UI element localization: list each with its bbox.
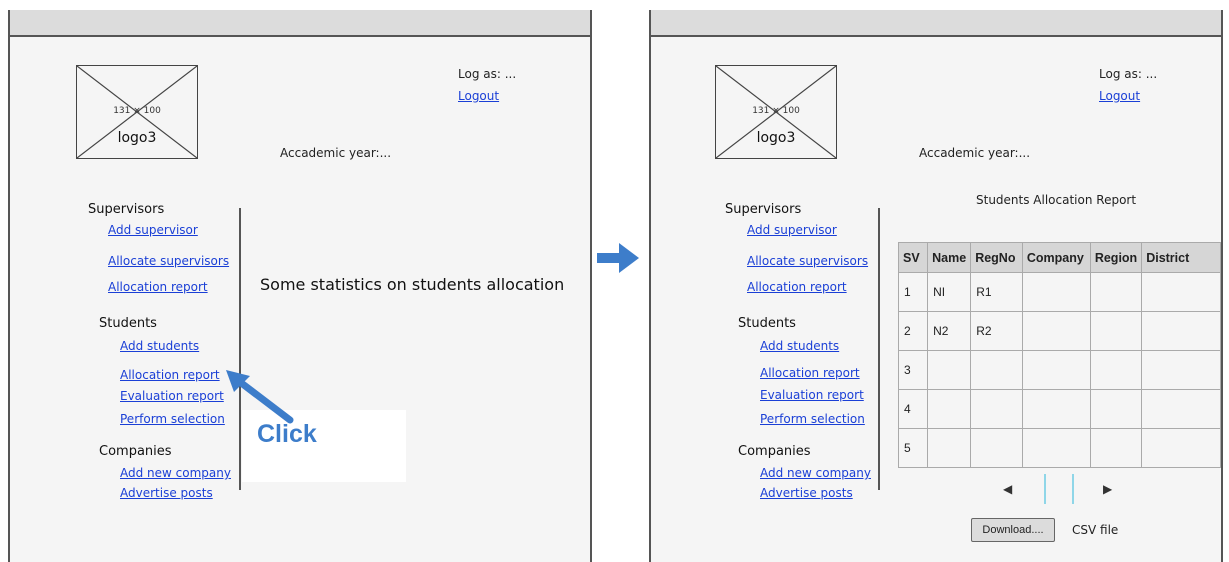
nav-advertise-posts[interactable]: Advertise posts: [120, 486, 213, 500]
pager-separator: [1072, 474, 1074, 504]
table-cell: [1021, 428, 1091, 468]
table-cell: 5: [897, 428, 929, 468]
prev-page-icon[interactable]: ◀: [1003, 482, 1012, 496]
table-cell: [970, 350, 1023, 390]
academic-year-label: Accademic year:...: [919, 146, 1031, 160]
table-row: 5: [897, 428, 1221, 468]
nav-heading-students: Students: [99, 316, 157, 331]
nav-add-students[interactable]: Add students: [120, 339, 199, 353]
table-cell: [1089, 428, 1143, 468]
allocation-report-table: SV Name RegNo Company Region District 1 …: [897, 242, 1221, 468]
table-cell: [970, 428, 1023, 468]
nav-evaluation-report[interactable]: Evaluation report: [760, 388, 864, 402]
csv-file-label: CSV file: [1072, 523, 1119, 537]
column-header: SV: [897, 242, 929, 273]
logout-link[interactable]: Logout: [458, 89, 499, 103]
column-header: Region: [1089, 242, 1143, 273]
table-row: 3: [897, 350, 1221, 390]
table-cell: [970, 389, 1023, 429]
nav-student-allocation-report[interactable]: Allocation report: [120, 368, 220, 382]
table-cell: [1141, 272, 1221, 312]
table-cell: [1141, 350, 1221, 390]
table-row: 2 N2 R2: [897, 311, 1221, 351]
nav-evaluation-report[interactable]: Evaluation report: [120, 389, 224, 403]
table-cell: [927, 389, 972, 429]
table-cell: [927, 350, 972, 390]
nav-divider: [239, 208, 241, 490]
table-cell: 4: [897, 389, 929, 429]
nav-allocate-supervisors[interactable]: Allocate supervisors: [747, 254, 868, 268]
nav-heading-companies: Companies: [99, 444, 172, 459]
table-cell: [1089, 389, 1143, 429]
log-as-label: Log as: ...: [458, 67, 517, 81]
table-cell: 1: [897, 272, 929, 312]
table-cell: [1089, 311, 1143, 351]
table-cell: [1089, 350, 1143, 390]
pointer-arrow-icon: [226, 370, 294, 424]
table-cell: R2: [970, 311, 1023, 351]
nav-add-new-company[interactable]: Add new company: [120, 466, 231, 480]
column-header: Company: [1021, 242, 1091, 273]
nav-supervisor-allocation-report[interactable]: Allocation report: [747, 280, 847, 294]
nav-student-allocation-report[interactable]: Allocation report: [760, 366, 860, 380]
column-header: RegNo: [970, 242, 1023, 273]
nav-add-supervisor[interactable]: Add supervisor: [747, 223, 837, 237]
table-header-row: SV Name RegNo Company Region District: [897, 242, 1221, 273]
screen-after: 131 × 100 logo3 Log as: ... Logout Accad…: [649, 10, 1223, 562]
academic-year-label: Accademic year:...: [280, 146, 392, 160]
nav-supervisor-allocation-report[interactable]: Allocation report: [108, 280, 208, 294]
table-cell: [1021, 311, 1091, 351]
logo-dimensions: 131 × 100: [752, 106, 800, 116]
table-cell: [1141, 428, 1221, 468]
nav-heading-students: Students: [738, 316, 796, 331]
screen-before: 131 × 100 logo3 Log as: ... Logout Accad…: [8, 10, 592, 562]
logo-placeholder: 131 × 100 logo3: [76, 65, 198, 159]
table-cell: [1089, 272, 1143, 312]
transition-arrow-icon: [597, 243, 639, 273]
table-cell: 2: [897, 311, 929, 351]
nav-allocate-supervisors[interactable]: Allocate supervisors: [108, 254, 229, 268]
table-row: 4: [897, 389, 1221, 429]
table-cell: [1021, 272, 1091, 312]
nav-perform-selection[interactable]: Perform selection: [120, 412, 225, 426]
table-cell: NI: [927, 272, 972, 312]
nav-add-supervisor[interactable]: Add supervisor: [108, 223, 198, 237]
window-titlebar: [651, 10, 1221, 37]
logo-label: logo3: [117, 130, 157, 146]
nav-heading-companies: Companies: [738, 444, 811, 459]
table-cell: [1141, 311, 1221, 351]
logo-label: logo3: [756, 130, 796, 146]
nav-divider: [878, 208, 880, 490]
window-titlebar: [10, 10, 590, 37]
table-row: 1 NI R1: [897, 272, 1221, 312]
nav-advertise-posts[interactable]: Advertise posts: [760, 486, 853, 500]
column-header: Name: [927, 242, 972, 273]
pager-separator: [1044, 474, 1046, 504]
table-cell: [1021, 389, 1091, 429]
table-cell: R1: [970, 272, 1023, 312]
logo-dimensions: 131 × 100: [113, 106, 161, 116]
table-cell: [927, 428, 972, 468]
table-cell: [1141, 389, 1221, 429]
nav-perform-selection[interactable]: Perform selection: [760, 412, 865, 426]
log-as-label: Log as: ...: [1099, 67, 1158, 81]
download-button[interactable]: Download....: [971, 518, 1055, 542]
nav-heading-supervisors: Supervisors: [725, 202, 802, 217]
nav-heading-supervisors: Supervisors: [88, 202, 165, 217]
logo-placeholder: 131 × 100 logo3: [715, 65, 837, 159]
column-header: District: [1141, 242, 1221, 273]
nav-add-new-company[interactable]: Add new company: [760, 466, 871, 480]
table-cell: N2: [927, 311, 972, 351]
logout-link[interactable]: Logout: [1099, 89, 1140, 103]
table-cell: 3: [897, 350, 929, 390]
statistics-text: Some statistics on students allocation: [260, 275, 565, 294]
next-page-icon[interactable]: ▶: [1103, 482, 1112, 496]
table-cell: [1021, 350, 1091, 390]
nav-add-students[interactable]: Add students: [760, 339, 839, 353]
report-title: Students Allocation Report: [976, 193, 1137, 207]
